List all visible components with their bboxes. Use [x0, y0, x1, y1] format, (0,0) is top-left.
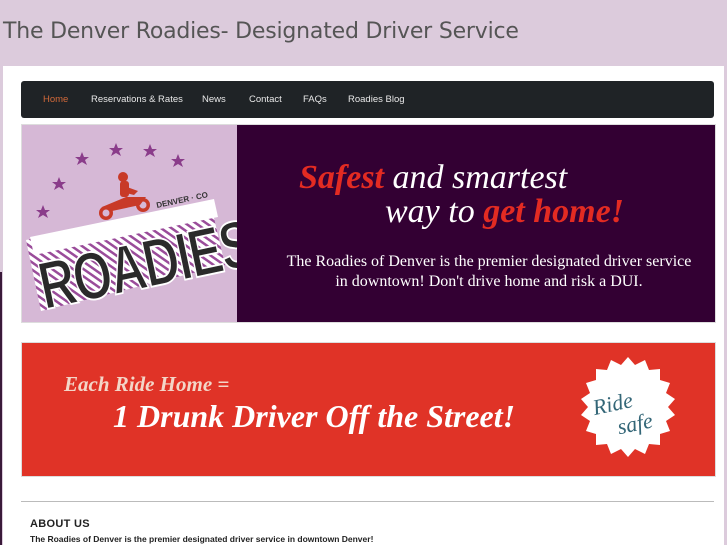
roadies-logo: DENVER · CO ROADIES: [22, 125, 260, 322]
nav-item-contact[interactable]: Contact: [249, 94, 282, 105]
hero-description: The Roadies of Denver is the premier des…: [286, 253, 692, 290]
nav-item-home[interactable]: Home: [43, 94, 68, 105]
ride-safe-badge-icon: Ride safe: [581, 357, 675, 457]
hero-message-panel: Safest and smartest way to get home! The…: [237, 125, 715, 322]
site-title[interactable]: The Denver Roadies- Designated Driver Se…: [3, 19, 519, 44]
hero-tagline-highlight-safest: Safest: [299, 159, 384, 196]
about-heading: ABOUT US: [30, 518, 90, 530]
left-edge-strip: [0, 272, 2, 545]
banner-line1: Each Ride Home =: [64, 372, 230, 396]
hero-tagline-line1: Safest and smartest: [299, 159, 567, 197]
main-navigation: Home Reservations & Rates News Contact F…: [21, 81, 714, 118]
nav-item-news[interactable]: News: [202, 94, 226, 105]
hero-tagline-rest: and smartest: [384, 159, 568, 196]
nav-item-reservations-rates[interactable]: Reservations & Rates: [91, 94, 183, 105]
nav-item-faqs[interactable]: FAQs: [303, 94, 327, 105]
hero-tagline-highlight-get-home: get home!: [483, 193, 624, 230]
hero-tagline-start: way to: [385, 193, 484, 230]
motorcycle-icon: [99, 172, 150, 220]
banner-line2: 1 Drunk Driver Off the Street!: [113, 398, 516, 434]
roadies-logo-graphic: DENVER · CO ROADIES: [26, 143, 260, 322]
ride-home-banner: Each Ride Home = 1 Drunk Driver Off the …: [21, 342, 716, 477]
section-divider: [21, 501, 714, 502]
nav-item-roadies-blog[interactable]: Roadies Blog: [348, 94, 405, 105]
hero-tagline-line2: way to get home!: [385, 193, 624, 231]
page-content: Home Reservations & Rates News Contact F…: [3, 66, 724, 545]
hero-banner: DENVER · CO ROADIES Safest and smartest …: [21, 124, 716, 323]
about-text: The Roadies of Denver is the premier des…: [30, 534, 374, 544]
